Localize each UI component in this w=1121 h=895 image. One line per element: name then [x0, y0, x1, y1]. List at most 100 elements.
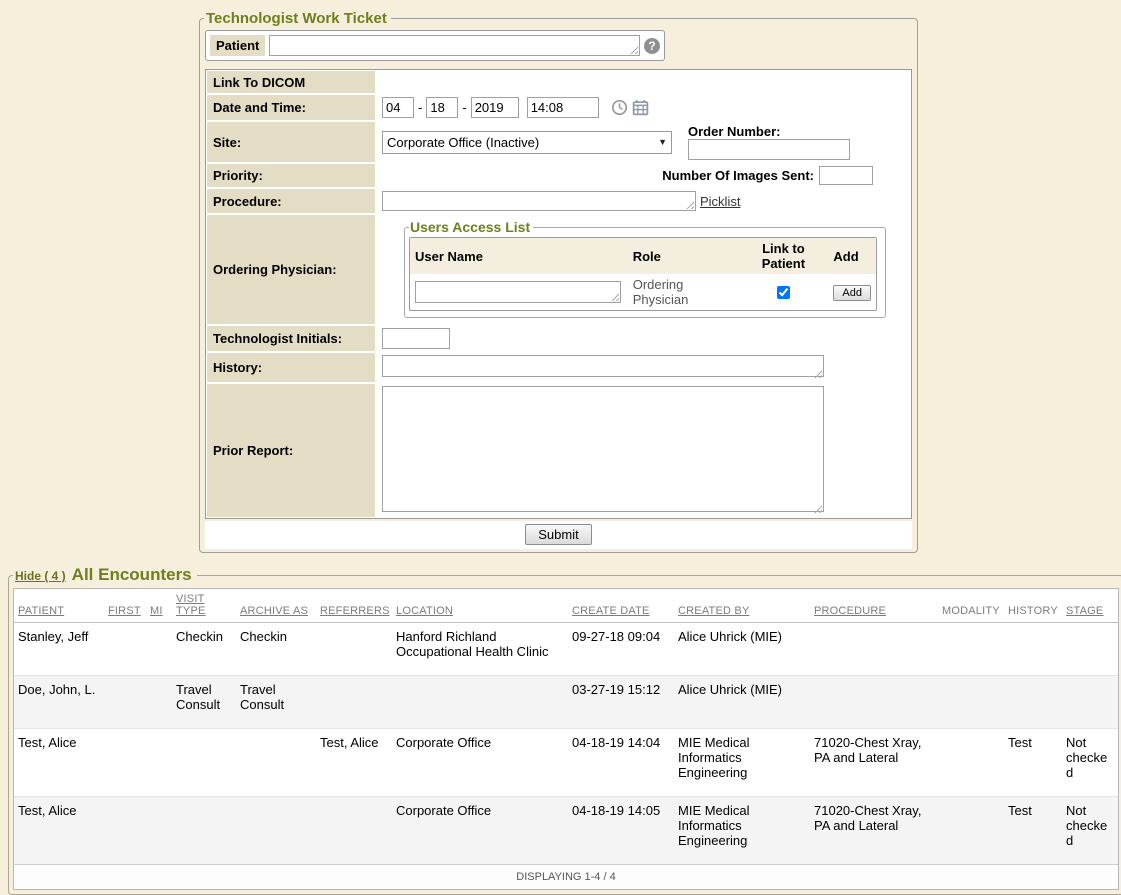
- cell-create-date: 09-27-18 09:04: [568, 623, 674, 676]
- prior-report-textarea[interactable]: [382, 386, 824, 512]
- column-header-archive-as[interactable]: ARCHIVE AS: [236, 589, 316, 623]
- cell-stage: [1062, 676, 1118, 729]
- add-user-button[interactable]: Add: [833, 285, 871, 301]
- cell-location: Hanford Richland Occupational Health Cli…: [392, 623, 568, 676]
- cell-location: [392, 676, 568, 729]
- ordering-physician-content: Users Access List User Name Role Link to…: [377, 215, 910, 324]
- cell-created-by: MIE Medical Informatics Engineering: [674, 797, 810, 865]
- prior-report-label: Prior Report:: [207, 384, 375, 517]
- cell-location: Corporate Office: [392, 729, 568, 797]
- date-time-label: Date and Time:: [207, 95, 375, 120]
- date-separator: -: [418, 100, 422, 115]
- time-input[interactable]: [527, 97, 599, 118]
- cell-stage: Not checked: [1062, 729, 1118, 797]
- all-encounters-panel: Hide ( 4 )All Encounters PATIENTFIRSTMIV…: [8, 565, 1121, 895]
- cell-first: [104, 623, 146, 676]
- cell-visit-type: Checkin: [172, 623, 236, 676]
- clock-icon[interactable]: [611, 99, 628, 116]
- site-select[interactable]: Corporate Office (Inactive) ▼: [382, 131, 672, 154]
- order-number-label: Order Number:: [688, 124, 850, 139]
- column-header-history: HISTORY: [1004, 589, 1062, 623]
- procedure-content: Picklist: [377, 189, 910, 213]
- help-icon[interactable]: ?: [644, 38, 660, 54]
- column-header-stage[interactable]: STAGE: [1062, 589, 1118, 623]
- column-header-location[interactable]: LOCATION: [392, 589, 568, 623]
- hide-encounters-link[interactable]: Hide ( 4 ): [15, 569, 66, 583]
- role-value: Ordering Physician: [628, 274, 739, 310]
- cell-stage: [1062, 623, 1118, 676]
- encounters-table-box: PATIENTFIRSTMIVISIT TYPEARCHIVE ASREFERR…: [13, 588, 1119, 890]
- cell-referrers: Test, Alice: [316, 729, 392, 797]
- cell-procedure: [810, 676, 938, 729]
- cell-modality: [938, 797, 1004, 865]
- cell-archive-as: Checkin: [236, 623, 316, 676]
- date-time-content: - -: [377, 95, 910, 120]
- patient-row: Patient ?: [205, 30, 665, 61]
- cell-create-date: 03-27-19 15:12: [568, 676, 674, 729]
- cell-modality: [938, 623, 1004, 676]
- link-to-dicom-label: Link To DICOM: [207, 71, 375, 93]
- calendar-icon[interactable]: [632, 99, 649, 116]
- cell-stage: Not checked: [1062, 797, 1118, 865]
- patient-input[interactable]: [269, 35, 640, 56]
- link-to-patient-checkbox[interactable]: [777, 286, 790, 299]
- submit-row: Submit: [205, 521, 912, 549]
- date-year-input[interactable]: [471, 97, 519, 118]
- history-textarea[interactable]: [382, 355, 824, 377]
- cell-referrers: [316, 797, 392, 865]
- table-row: Doe, John, L. Travel ConsultTravel Consul…: [14, 676, 1118, 729]
- order-number-input[interactable]: [688, 139, 850, 160]
- dropdown-arrow-icon: ▼: [658, 137, 667, 147]
- picklist-link[interactable]: Picklist: [700, 194, 740, 209]
- work-ticket-title: Technologist Work Ticket: [204, 10, 391, 27]
- cell-archive-as: [236, 729, 316, 797]
- table-row: Stanley, Jeff CheckinCheckin Hanford Richl…: [14, 623, 1118, 676]
- date-day-input[interactable]: [426, 97, 458, 118]
- column-header-mi[interactable]: MI: [146, 589, 172, 623]
- ordering-physician-label: Ordering Physician:: [207, 215, 375, 324]
- column-header-first[interactable]: FIRST: [104, 589, 146, 623]
- cell-location: Corporate Office: [392, 797, 568, 865]
- cell-history: [1004, 623, 1062, 676]
- cell-patient: Stanley, Jeff: [14, 623, 104, 676]
- user-name-input[interactable]: [415, 281, 621, 303]
- cell-referrers: [316, 623, 392, 676]
- submit-button[interactable]: Submit: [525, 524, 591, 545]
- cell-patient: Test, Alice: [14, 797, 104, 865]
- cell-procedure: 71020-Chest Xray, PA and Lateral: [810, 797, 938, 865]
- paging-status: DISPLAYING 1-4 / 4: [14, 865, 1118, 890]
- column-header-procedure[interactable]: PROCEDURE: [810, 589, 938, 623]
- cell-first: [104, 729, 146, 797]
- procedure-input[interactable]: [382, 191, 696, 211]
- date-separator: -: [462, 100, 466, 115]
- cell-history: Test: [1004, 729, 1062, 797]
- cell-procedure: [810, 623, 938, 676]
- cell-history: Test: [1004, 797, 1062, 865]
- images-sent-block: Number Of Images Sent:: [662, 166, 873, 185]
- cell-modality: [938, 729, 1004, 797]
- date-month-input[interactable]: [382, 97, 414, 118]
- cell-visit-type: Travel Consult: [172, 676, 236, 729]
- cell-patient: Doe, John, L.: [14, 676, 104, 729]
- column-header-referrers[interactable]: REFERRERS: [316, 589, 392, 623]
- order-number-block: Order Number:: [688, 124, 850, 160]
- column-header-link-to-patient: Link to Patient: [738, 238, 828, 274]
- column-header-user-name: User Name: [410, 238, 628, 274]
- procedure-label: Procedure:: [207, 189, 375, 213]
- table-row: Test, AliceCorporate Office04-18-19 14:0…: [14, 797, 1118, 865]
- cell-visit-type: [172, 729, 236, 797]
- tech-initials-label: Technologist Initials:: [207, 326, 375, 351]
- column-header-created-by[interactable]: CREATED BY: [674, 589, 810, 623]
- cell-first: [104, 797, 146, 865]
- users-access-title: Users Access List: [409, 219, 533, 235]
- column-header-create-date[interactable]: CREATE DATE: [568, 589, 674, 623]
- column-header-patient[interactable]: PATIENT: [14, 589, 104, 623]
- tech-initials-content: [377, 326, 910, 351]
- users-access-table: User Name Role Link to Patient Add Order: [409, 237, 877, 311]
- encounters-header-row: PATIENTFIRSTMIVISIT TYPEARCHIVE ASREFERR…: [14, 589, 1118, 623]
- tech-initials-input[interactable]: [382, 328, 450, 349]
- images-sent-input[interactable]: [819, 166, 873, 185]
- cell-archive-as: Travel Consult: [236, 676, 316, 729]
- cell-first: [104, 676, 146, 729]
- column-header-visit-type[interactable]: VISIT TYPE: [172, 589, 236, 623]
